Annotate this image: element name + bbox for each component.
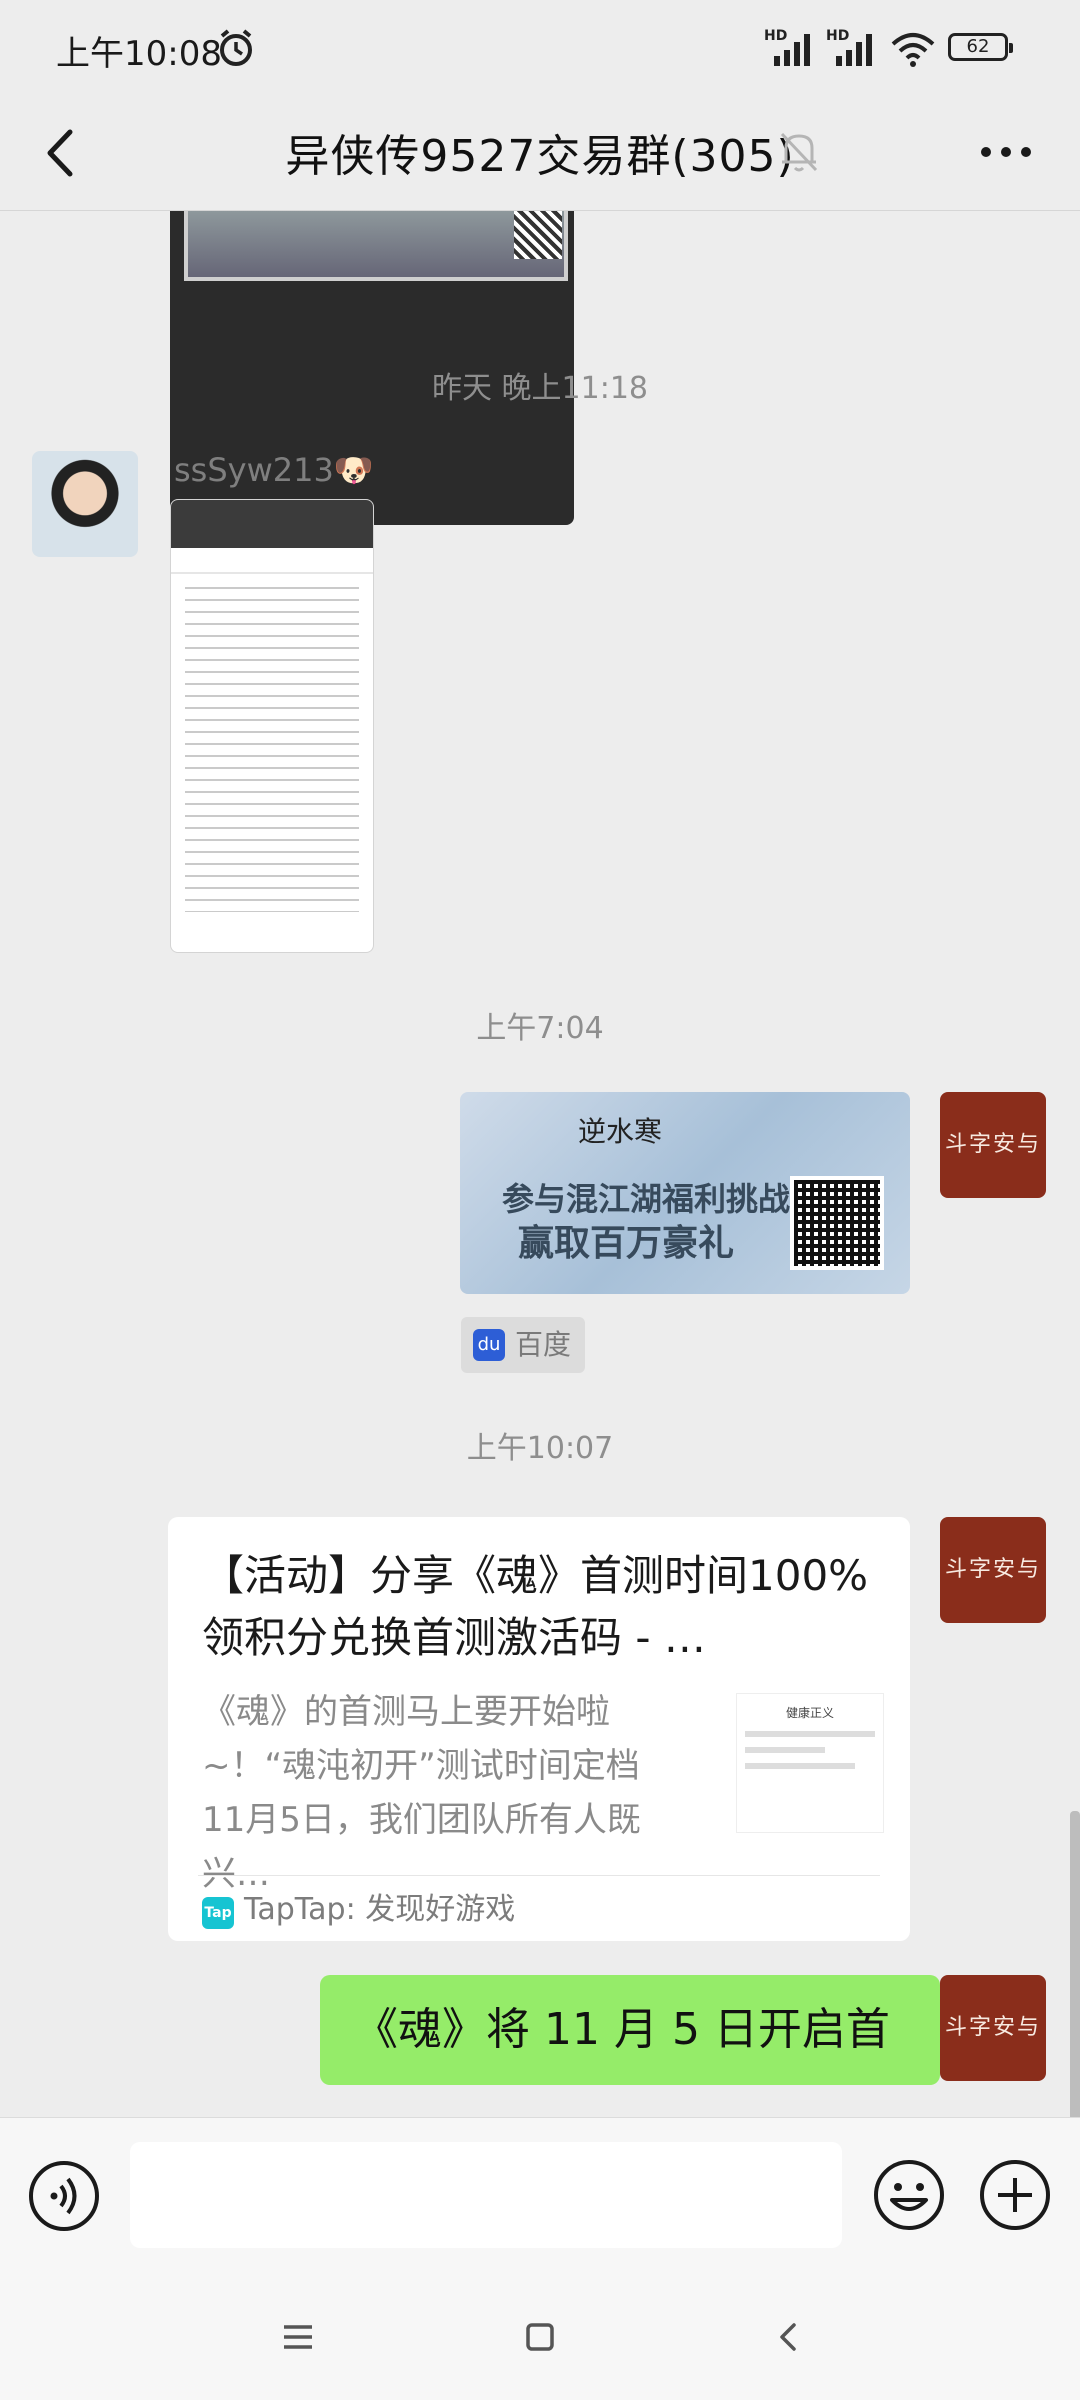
plus-icon[interactable] bbox=[978, 2158, 1052, 2232]
thumbnail-title: 健康正义 bbox=[785, 1706, 834, 1720]
link-title: 【活动】分享《魂》首测时间100%领积分兑换首测激活码 - … bbox=[202, 1551, 869, 1662]
battery-indicator: 62 bbox=[948, 33, 1013, 61]
chat-area[interactable]: 昨天 晚上11:18 ssSyw213🐶 上午7:04 逆水寒 参与混江湖福利挑… bbox=[0, 211, 1080, 2117]
source-badge[interactable]: du 百度 bbox=[461, 1317, 586, 1373]
back-triangle-icon[interactable] bbox=[764, 2313, 812, 2361]
sender-name: ssSyw213🐶 bbox=[174, 451, 374, 489]
ad-subheadline: 赢取百万豪礼 bbox=[518, 1222, 735, 1264]
alarm-icon bbox=[220, 29, 252, 66]
taptap-icon: Tap bbox=[202, 1897, 234, 1929]
input-bar bbox=[0, 2117, 1080, 2278]
baidu-icon: du bbox=[473, 1329, 505, 1361]
my-text-message[interactable]: 《魂》将 11 月 5 日开启首测 bbox=[320, 1975, 956, 2117]
link-description: 《魂》的首测马上要开始啦~！“魂沌初开”测试时间定档11月5日，我们团队所有人既… bbox=[202, 1692, 641, 1894]
more-dots-icon[interactable] bbox=[974, 124, 1038, 180]
shared-ad-image[interactable]: 逆水寒 参与混江湖福利挑战 赢取百万豪礼 bbox=[460, 1092, 910, 1294]
bell-off-icon bbox=[780, 132, 818, 172]
thumbnail-line bbox=[745, 1731, 875, 1737]
screenshot-image-message[interactable] bbox=[170, 499, 374, 953]
signal-icon-2 bbox=[836, 34, 872, 66]
ad-logo-text: 逆水寒 bbox=[578, 1115, 663, 1148]
qr-code-image bbox=[514, 211, 562, 259]
chat-title: 异侠传9527交易群(305) bbox=[285, 131, 795, 182]
image-frame bbox=[184, 211, 568, 281]
avatar[interactable] bbox=[32, 451, 138, 557]
self-avatar[interactable]: 斗字安与乐 bbox=[940, 1517, 1046, 1623]
source-label: 百度 bbox=[515, 1328, 572, 1361]
timestamp: 昨天 晚上11:18 bbox=[432, 371, 648, 406]
chat-header: 异侠传9527交易群(305) bbox=[0, 96, 1080, 211]
self-avatar[interactable]: 斗字安与乐 bbox=[940, 1975, 1046, 2081]
signal-icon-1 bbox=[774, 34, 810, 66]
timestamp: 上午7:04 bbox=[476, 1011, 604, 1046]
timestamp: 上午10:07 bbox=[466, 1431, 614, 1466]
qr-code-image bbox=[790, 1176, 884, 1270]
home-icon[interactable] bbox=[516, 2313, 564, 2361]
link-thumbnail: 健康正义 bbox=[736, 1693, 884, 1833]
link-source: TapTap: 发现好游戏 bbox=[244, 1892, 516, 1927]
menu-icon[interactable] bbox=[274, 2313, 322, 2361]
status-time: 上午10:08 bbox=[56, 34, 222, 74]
system-nav-bar bbox=[0, 2277, 1080, 2400]
voice-icon[interactable] bbox=[28, 2160, 100, 2232]
scrollbar[interactable] bbox=[1070, 1811, 1080, 2117]
thumbnail-line bbox=[745, 1747, 825, 1753]
link-divider bbox=[198, 1875, 880, 1876]
screenshot-text-lines bbox=[185, 580, 359, 912]
self-avatar[interactable]: 斗字安与乐 bbox=[940, 1092, 1046, 1198]
emoji-icon[interactable] bbox=[872, 2158, 946, 2232]
wifi-icon bbox=[891, 33, 935, 67]
link-card-message[interactable]: 【活动】分享《魂》首测时间100%领积分兑换首测激活码 - … 《魂》的首测马上… bbox=[168, 1517, 910, 1941]
screenshot-header bbox=[171, 500, 373, 548]
thumbnail-line bbox=[745, 1763, 855, 1769]
status-bar: 上午10:08 HD HD 62 bbox=[0, 0, 1080, 96]
screenshot-tabs bbox=[171, 548, 373, 574]
message-input[interactable] bbox=[130, 2142, 842, 2248]
